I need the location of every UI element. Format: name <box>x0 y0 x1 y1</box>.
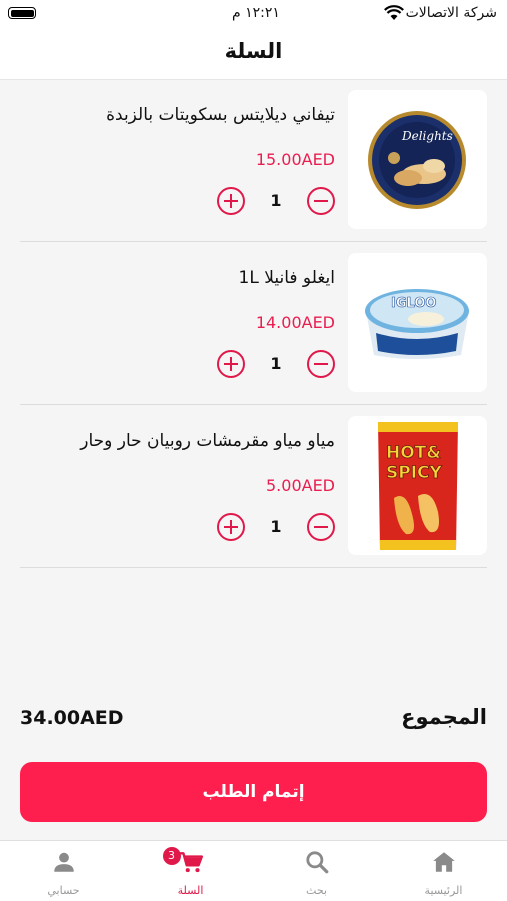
home-icon <box>432 852 455 872</box>
wifi-icon <box>384 5 404 20</box>
product-price: 15.00AED <box>255 150 335 169</box>
product-name: ايغلو فانيلا 1L <box>238 268 335 288</box>
decrease-quantity-button[interactable] <box>307 350 335 378</box>
svg-text:HOT&: HOT& <box>386 443 441 463</box>
total-label: المجموع <box>401 705 487 729</box>
nav-item-home[interactable]: الرئيسية <box>380 841 507 901</box>
checkout-button-label: إتمام الطلب <box>202 782 305 802</box>
checkout-button[interactable]: إتمام الطلب <box>20 762 487 822</box>
quantity-stepper: 1 <box>217 187 335 219</box>
cart-item: IGLOO ايغلو فانيلا 1L 14.00AED 1 <box>20 242 487 405</box>
nav-item-search[interactable]: بحث <box>253 841 380 901</box>
page-header: السلة <box>0 30 507 80</box>
cart-list: Delights تيفاني ديلايتس بسكويتات بالزبدة… <box>20 79 487 568</box>
product-image-ice-cream[interactable]: IGLOO <box>348 253 487 392</box>
nav-label: بحث <box>306 884 327 897</box>
quantity-stepper: 1 <box>217 513 335 545</box>
order-total: المجموع 34.00AED <box>20 703 487 739</box>
product-name: مياو مياو مقرمشات روبيان حار وحار <box>80 431 335 451</box>
nav-item-cart[interactable]: 3 السلة <box>127 841 254 901</box>
status-bar: شركة الاتصالات ١٢:٢١ م <box>0 0 507 30</box>
product-image-biscuit-tin[interactable]: Delights <box>348 90 487 229</box>
quantity-value: 1 <box>270 517 282 536</box>
product-price: 5.00AED <box>266 476 335 495</box>
nav-label: الرئيسية <box>424 884 463 897</box>
product-name: تيفاني ديلايتس بسكويتات بالزبدة <box>106 105 335 125</box>
total-value: 34.00AED <box>20 707 124 729</box>
product-image-chips-bag[interactable]: HOT& SPICY <box>348 416 487 555</box>
cart-item: HOT& SPICY مياو مياو مقرمشات روبيان حار … <box>20 405 487 568</box>
nav-label: حسابي <box>47 884 80 897</box>
person-icon <box>53 852 74 872</box>
svg-text:IGLOO: IGLOO <box>391 296 436 311</box>
nav-item-account[interactable]: حسابي <box>0 841 127 901</box>
carrier-name: شركة الاتصالات <box>405 5 497 21</box>
search-icon <box>305 851 328 874</box>
status-time: ١٢:٢١ م <box>232 5 280 21</box>
svg-text:Delights: Delights <box>401 129 453 143</box>
nav-label: السلة <box>177 884 204 897</box>
increase-quantity-button[interactable] <box>217 513 245 541</box>
quantity-value: 1 <box>270 354 282 373</box>
cart-item: Delights تيفاني ديلايتس بسكويتات بالزبدة… <box>20 79 487 242</box>
increase-quantity-button[interactable] <box>217 187 245 215</box>
cart-count-badge: 3 <box>162 847 181 865</box>
quantity-value: 1 <box>270 191 282 210</box>
decrease-quantity-button[interactable] <box>307 513 335 541</box>
page-title: السلة <box>224 39 283 63</box>
quantity-stepper: 1 <box>217 350 335 382</box>
battery-icon <box>8 7 36 19</box>
cart-icon <box>179 852 203 873</box>
svg-text:SPICY: SPICY <box>386 463 443 483</box>
increase-quantity-button[interactable] <box>217 350 245 378</box>
bottom-nav: الرئيسية بحث 3 السلة حسابي <box>0 840 507 901</box>
decrease-quantity-button[interactable] <box>307 187 335 215</box>
product-price: 14.00AED <box>255 313 335 332</box>
